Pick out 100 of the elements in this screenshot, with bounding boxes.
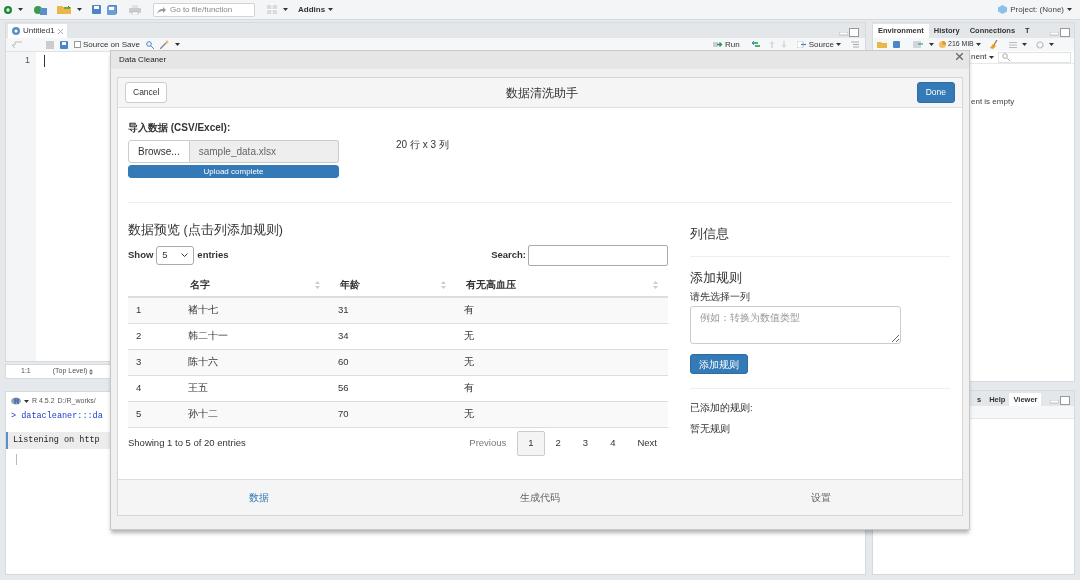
sort-icon <box>315 280 320 289</box>
import-icon[interactable] <box>913 41 924 48</box>
source-button[interactable]: Source <box>796 38 841 51</box>
goto-field[interactable]: Go to file/function <box>153 2 255 17</box>
search-field[interactable] <box>528 244 668 266</box>
broom-icon[interactable] <box>989 40 998 49</box>
table-info: Showing 1 to 5 of 20 entries <box>128 435 246 450</box>
table-cell: 无 <box>464 329 474 344</box>
empty-rules-text: 暂无规则 <box>690 421 731 436</box>
folder-icon[interactable] <box>57 5 71 14</box>
import-label: 导入数据 (CSV/Excel): <box>128 121 232 135</box>
maximize-icon[interactable] <box>1060 28 1070 37</box>
r-project-icon <box>998 5 1008 14</box>
save-icon[interactable] <box>60 40 68 49</box>
table-cell: 韩二十一 <box>188 329 228 344</box>
prompt-text: 请先选择一列 <box>690 290 751 304</box>
console-message: Listening on http <box>13 434 100 447</box>
dialog-title: Data Cleaner <box>119 54 167 66</box>
down-icon[interactable] <box>780 41 787 48</box>
table-cell: 3 <box>136 355 142 370</box>
pie-icon <box>939 41 946 48</box>
table-cell: 31 <box>338 303 349 318</box>
table-cell: 有 <box>464 381 474 396</box>
maximize-icon[interactable] <box>849 28 859 37</box>
source-on-save-checkbox[interactable]: Source on Save <box>74 38 140 51</box>
caret-icon <box>174 43 180 46</box>
caret-icon <box>1067 8 1072 11</box>
column-header[interactable]: 名字 <box>190 277 210 292</box>
pagination-button[interactable]: 2 <box>544 430 572 456</box>
rule-input[interactable]: 例如：转换为数值类型 <box>690 306 901 345</box>
app-title: 数据清洗助手 <box>506 84 579 102</box>
done-button[interactable]: Done <box>916 82 955 103</box>
print-icon[interactable] <box>129 4 141 15</box>
add-rule-button[interactable]: 添加规则 <box>690 354 748 375</box>
addins-menu[interactable]: Addins <box>298 3 334 16</box>
table-cell: 4 <box>136 381 142 396</box>
caret-icon <box>1048 43 1054 46</box>
up-icon[interactable] <box>768 41 775 48</box>
column-header[interactable]: 有无高血压 <box>466 277 516 292</box>
pagination-button[interactable]: 4 <box>599 430 627 456</box>
caret-icon <box>77 8 82 11</box>
project-menu[interactable]: Project: (None) <box>998 3 1072 16</box>
footer-tab[interactable]: 设置 <box>680 480 962 515</box>
save-icon[interactable] <box>92 5 101 14</box>
page-length-select[interactable]: 5 <box>156 245 195 265</box>
progress-bar: Upload complete <box>128 165 339 178</box>
caret-icon <box>328 8 334 11</box>
cancel-button[interactable]: Cancel <box>125 82 168 103</box>
wand-icon[interactable] <box>159 40 169 49</box>
table-cell: 60 <box>338 355 349 370</box>
line-number: 1 <box>25 55 30 65</box>
editor-tab[interactable]: Untitled1 <box>8 24 67 38</box>
section-heading: 列信息 <box>690 227 729 241</box>
table-cell: 70 <box>338 407 349 422</box>
close-icon <box>57 28 63 34</box>
text-cursor <box>44 55 45 67</box>
pagination-button[interactable]: Next <box>626 430 668 456</box>
show-label: Show <box>128 247 154 262</box>
footer-tab[interactable]: 生成代码 <box>399 480 681 515</box>
chevron-down-icon <box>181 253 189 257</box>
section-heading: 数据预览 (点击列添加规则) <box>128 222 284 239</box>
caret-icon <box>836 43 841 46</box>
back-icon[interactable] <box>12 41 22 48</box>
close-icon[interactable] <box>956 52 963 60</box>
footer-tab[interactable]: 数据 <box>118 480 400 515</box>
new-file-icon[interactable] <box>4 5 12 14</box>
table-cell: 无 <box>464 407 474 422</box>
scope-dropdown[interactable]: nent <box>971 51 994 63</box>
table-cell: 褚十七 <box>188 303 218 318</box>
caret-icon <box>18 8 23 11</box>
layout-icon[interactable] <box>267 5 277 14</box>
search-icon <box>1001 53 1010 61</box>
outline-icon[interactable] <box>851 41 859 48</box>
caret-icon <box>929 43 934 46</box>
caret-icon <box>988 55 994 59</box>
column-header[interactable]: 年龄 <box>340 277 360 292</box>
pagination-button[interactable]: 1 <box>517 430 545 456</box>
maximize-icon[interactable] <box>1060 396 1070 405</box>
save-all-icon[interactable] <box>107 4 117 15</box>
caret-icon <box>975 43 981 46</box>
rerun-icon[interactable] <box>751 41 763 48</box>
table-cell: 2 <box>136 329 142 344</box>
source-icon <box>796 41 807 48</box>
run-button[interactable]: Run <box>712 38 740 51</box>
file-name-field: sample_data.xlsx <box>189 140 339 163</box>
sort-icon <box>441 280 446 289</box>
browse-button[interactable]: Browse... <box>128 140 190 163</box>
empty-message: ent is empty <box>971 96 1015 108</box>
caret-icon <box>283 8 288 11</box>
search-icon[interactable] <box>145 40 154 49</box>
table-cell: 5 <box>136 407 142 422</box>
entries-label: entries <box>197 247 229 262</box>
table-cell: 有 <box>464 303 474 318</box>
list-icon[interactable] <box>1008 41 1017 48</box>
pagination-button[interactable]: 3 <box>571 430 600 456</box>
load-icon[interactable] <box>877 41 888 48</box>
dimensions-text: 20 行 x 3 列 <box>396 138 449 151</box>
table-cell: 王五 <box>188 381 208 396</box>
table-cell: 孙十二 <box>188 407 218 422</box>
project-icon[interactable] <box>33 4 47 15</box>
